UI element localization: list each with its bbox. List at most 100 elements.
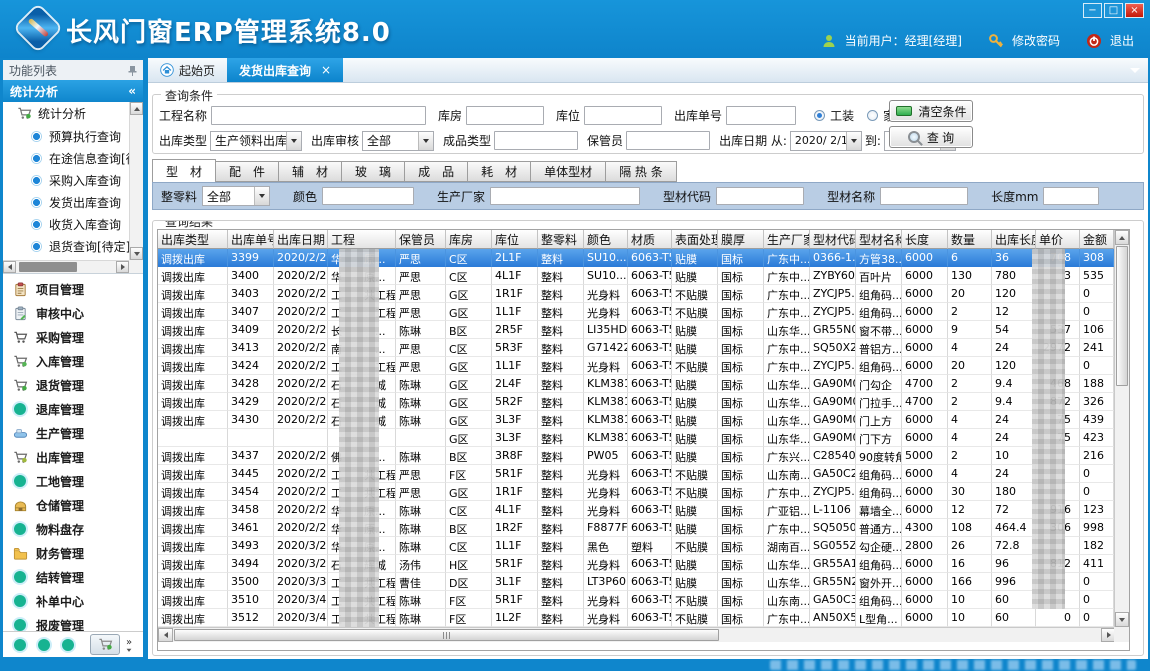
length-input[interactable] (1043, 187, 1099, 205)
sidebar-menu-item[interactable]: 补单中心 (3, 589, 143, 613)
change-password-link[interactable]: 修改密码 (1012, 32, 1060, 49)
manufacturer-input[interactable] (490, 187, 640, 205)
column-header[interactable]: 数量 (948, 230, 992, 249)
scroll-thumb[interactable] (19, 262, 77, 272)
tree-item[interactable]: 在途信息查询[待 (3, 147, 143, 169)
table-row[interactable]: 调拨出库34542020/2/28工 共工程严思G区1R1F整料光身料6063-… (158, 483, 1129, 501)
sidebar-menu-item[interactable]: 报废管理 (3, 613, 143, 631)
warehouse-input[interactable] (466, 106, 544, 125)
audit-select[interactable]: 全部 (362, 131, 434, 151)
scroll-left-button[interactable] (3, 261, 16, 273)
tree-item[interactable]: 预算执行查询 (3, 125, 143, 147)
logout-link[interactable]: 退出 (1110, 32, 1134, 49)
tab-active[interactable]: 发货出库查询 × (227, 58, 343, 82)
column-header[interactable]: 表面处理 (672, 230, 718, 249)
column-header[interactable]: 型材名称 (856, 230, 902, 249)
scroll-up-button[interactable] (1115, 230, 1129, 245)
table-row[interactable]: 调拨出库34292020/2/26石 城陈琳G区5R2F整料KLM3817606… (158, 393, 1129, 411)
column-header[interactable]: 库位 (492, 230, 538, 249)
location-input[interactable] (584, 106, 662, 125)
table-row[interactable]: 调拨出库34582020/2/28华 原...陈琳C区4L1F整料光身料6063… (158, 501, 1129, 519)
tree-root[interactable]: 统计分析 (3, 102, 143, 125)
sidebar-menu-item[interactable]: 财务管理 (3, 541, 143, 565)
sidebar-menu-item[interactable]: 退库管理 (3, 397, 143, 421)
material-tab[interactable]: 隔 热 条 (606, 161, 677, 182)
keeper-input[interactable] (626, 131, 710, 150)
material-tab[interactable]: 玻 璃 (342, 161, 405, 182)
column-header[interactable]: 单价 (1036, 230, 1080, 249)
table-row[interactable]: 调拨出库34302020/2/26石 城陈琳G区3L3F整料KLM3817606… (158, 411, 1129, 429)
search-button[interactable]: 查 询 (889, 126, 973, 148)
sidebar-menu-item[interactable]: 工地管理 (3, 469, 143, 493)
table-row[interactable]: 调拨出库34242020/2/26工 工程严思G区1L1F整料光身料6063-T… (158, 357, 1129, 375)
maximize-button[interactable]: □ (1104, 3, 1123, 18)
grid-horizontal-scrollbar[interactable] (158, 627, 1116, 642)
quick-dot-icon[interactable] (14, 639, 26, 651)
order-no-input[interactable] (726, 106, 796, 125)
column-header[interactable]: 膜厚 (718, 230, 764, 249)
tab-close-icon[interactable]: × (321, 63, 331, 77)
tab-home[interactable]: 起始页 (148, 58, 227, 82)
column-header[interactable]: 保管员 (396, 230, 446, 249)
material-tab[interactable]: 单体型材 (531, 161, 606, 182)
material-tab[interactable]: 辅 材 (279, 161, 342, 182)
sidebar-menu-item[interactable]: 退货管理 (3, 373, 143, 397)
material-tab[interactable]: 耗 材 (468, 161, 531, 182)
sidebar-menu-item[interactable]: 出库管理 (3, 445, 143, 469)
column-header[interactable]: 库房 (446, 230, 492, 249)
radio-checked[interactable] (814, 110, 825, 121)
tree-item[interactable]: 收货入库查询 (3, 213, 143, 235)
column-header[interactable]: 长度 (902, 230, 948, 249)
chevron-down-icon[interactable] (418, 132, 433, 150)
scroll-up-button[interactable] (130, 102, 143, 115)
sidebar-menu-item[interactable]: 仓储管理 (3, 493, 143, 517)
pin-icon[interactable] (128, 65, 137, 76)
sidebar-menu-item[interactable]: 入库管理 (3, 349, 143, 373)
radio-label[interactable]: 工装 (830, 107, 854, 124)
table-row[interactable]: 调拨出库34002020/2/25华 原...严思C区4L1F整料SU10...… (158, 267, 1129, 285)
column-header[interactable]: 出库类型 (158, 230, 228, 249)
scroll-thumb[interactable] (1116, 246, 1128, 386)
quick-dot-icon[interactable] (38, 639, 50, 651)
scroll-left-button[interactable] (158, 628, 173, 642)
cart-quick-button[interactable] (90, 634, 120, 655)
scroll-right-button[interactable] (116, 261, 129, 273)
quick-dot-icon[interactable] (62, 639, 74, 651)
date-from-picker[interactable]: 2020/ 2/16 (790, 131, 862, 151)
tree-horizontal-scrollbar[interactable] (3, 260, 129, 273)
column-header[interactable]: 金额 (1080, 230, 1114, 249)
table-row[interactable]: 调拨出库34942020/3/2石 辉城汤伟H区5R1F整料光身料6063-T5… (158, 555, 1129, 573)
scroll-down-button[interactable] (130, 247, 143, 260)
clear-conditions-button[interactable]: 清空条件 (889, 100, 973, 122)
column-header[interactable]: 工程 (328, 230, 396, 249)
scroll-thumb[interactable] (174, 629, 719, 641)
table-row[interactable]: 调拨出库34072020/2/25工 工程严思G区1L1F整料光身料6063-T… (158, 303, 1129, 321)
material-tab[interactable]: 型 材 (152, 159, 216, 182)
column-header[interactable]: 出库日期 (274, 230, 328, 249)
minimize-button[interactable]: − (1083, 3, 1102, 18)
column-header[interactable]: 整零料 (538, 230, 584, 249)
close-button[interactable]: × (1125, 3, 1144, 18)
column-header[interactable]: 出库单号 (228, 230, 274, 249)
material-tab[interactable]: 成 品 (405, 161, 468, 182)
sidebar-menu-item[interactable]: 物料盘存 (3, 517, 143, 541)
tree-item[interactable]: 采购入库查询 (3, 169, 143, 191)
out-type-select[interactable]: 生产领料出库 (210, 131, 302, 151)
table-row[interactable]: 调拨出库34092020/2/25长 ...陈琳B区2R5F整料LI35HD60… (158, 321, 1129, 339)
section-header[interactable]: 统计分析 « (3, 80, 143, 102)
radio-unchecked[interactable] (867, 110, 878, 121)
table-row[interactable]: 调拨出库33992020/2/25华 原...严思C区2L1F整料SU10...… (158, 249, 1129, 267)
sidebar-menu-item[interactable]: 生产管理 (3, 421, 143, 445)
overflow-chevron[interactable]: » (120, 638, 138, 652)
whole-select[interactable]: 全部 (202, 186, 270, 206)
project-name-input[interactable] (211, 106, 426, 125)
tree-item[interactable]: 退货查询[待定] (3, 235, 143, 257)
table-row[interactable]: 调拨出库35122020/3/4工 共工程陈琳F区1L2F整料光身料6063-T… (158, 609, 1129, 627)
table-row[interactable]: 调拨出库34282020/2/26石 城陈琳G区2L4F整料KLM3817606… (158, 375, 1129, 393)
table-row[interactable]: 调拨出库35102020/3/4工 共工程陈琳F区5R1F整料光身料6063-T… (158, 591, 1129, 609)
product-type-input[interactable] (494, 131, 578, 150)
table-row[interactable]: 调拨出库34132020/2/26南 ...严思C区5R3F整料G7142260… (158, 339, 1129, 357)
table-row[interactable]: 调拨出库35002020/3/3工 共工程曹佳D区3L1F整料LT3P60606… (158, 573, 1129, 591)
collapse-icon[interactable]: « (128, 84, 136, 98)
chevron-down-icon[interactable] (846, 132, 861, 150)
